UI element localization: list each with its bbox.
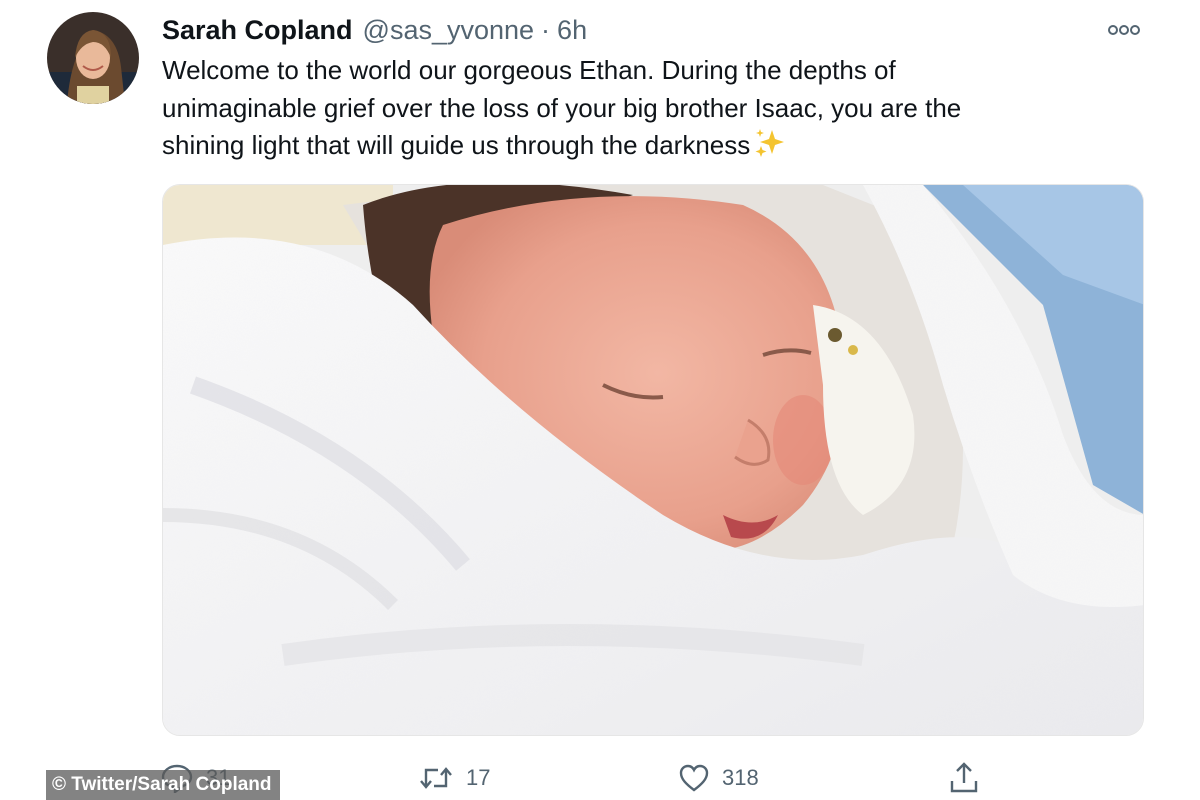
- retweet-count: 17: [466, 764, 491, 790]
- sparkles-icon: [754, 128, 786, 169]
- baby-photo: [163, 185, 1143, 735]
- like-button[interactable]: 318: [678, 755, 759, 800]
- tweet-text-line: Welcome to the world our gorgeous Ethan.…: [162, 55, 896, 85]
- separator-dot: ·: [541, 14, 551, 45]
- author-name[interactable]: Sarah Copland: [162, 15, 353, 46]
- tweet-text-line: shining light that will guide us through…: [162, 130, 751, 160]
- more-options-button[interactable]: [1104, 16, 1144, 44]
- share-button[interactable]: [947, 755, 981, 800]
- share-icon: [950, 761, 978, 792]
- retweet-icon: [420, 766, 452, 789]
- tweet-header: Sarah Copland @sas_yvonne · 6h: [162, 12, 587, 48]
- more-icon: [1108, 25, 1140, 35]
- heart-icon: [679, 764, 709, 792]
- retweet-button[interactable]: 17: [418, 755, 490, 800]
- tweet-timestamp[interactable]: 6h: [557, 15, 587, 46]
- tweet-text-line-last: shining light that will guide us through…: [162, 127, 1122, 169]
- avatar[interactable]: [47, 12, 139, 104]
- tweet-text: Welcome to the world our gorgeous Ethan.…: [162, 52, 1122, 169]
- tweet-text-line: unimaginable grief over the loss of your…: [162, 92, 962, 123]
- photo-credit-watermark: © Twitter/Sarah Copland: [46, 770, 280, 800]
- tweet-media-image[interactable]: [162, 184, 1144, 736]
- like-count: 318: [722, 764, 759, 790]
- author-handle[interactable]: @sas_yvonne: [363, 15, 535, 46]
- avatar-image: [47, 12, 139, 104]
